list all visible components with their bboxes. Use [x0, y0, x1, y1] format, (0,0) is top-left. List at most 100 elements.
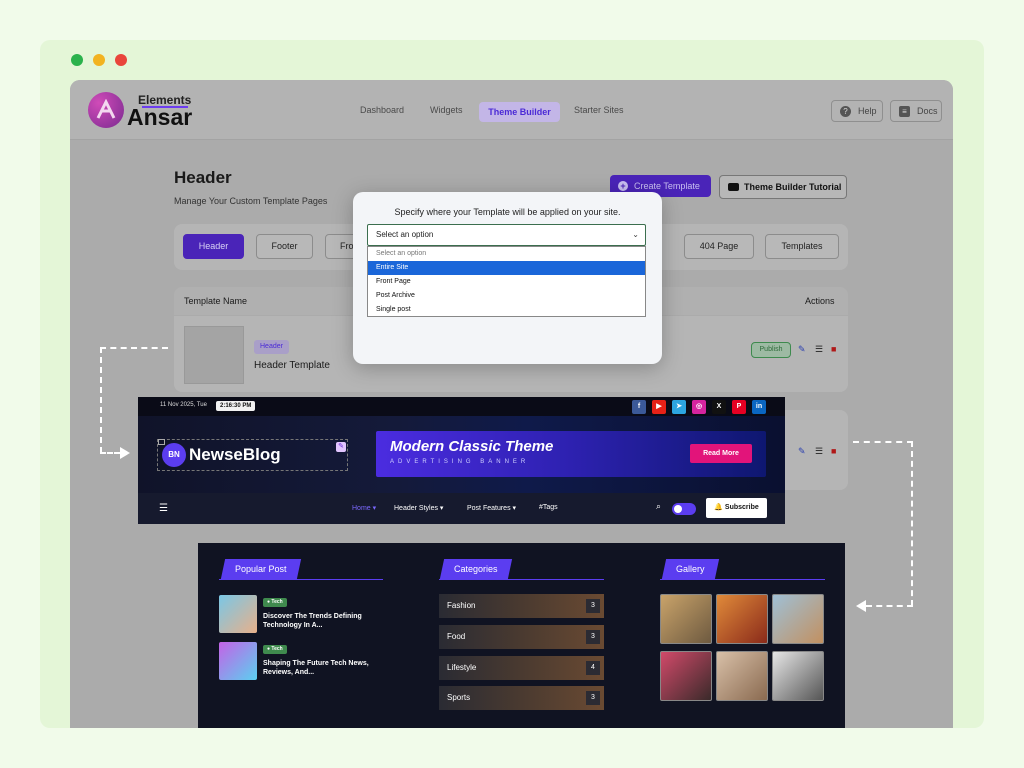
tab-footer[interactable]: Footer [256, 234, 313, 259]
window-minimize-dot[interactable] [93, 54, 105, 66]
arrow-left-icon [856, 600, 866, 612]
category-item[interactable]: Lifestyle 4 [439, 656, 604, 680]
banner-title: Modern Classic Theme [390, 438, 554, 455]
tutorial-label: Theme Builder Tutorial [744, 182, 842, 192]
category-item[interactable]: Sports 3 [439, 686, 604, 710]
subscribe-button[interactable]: 🔔 Subscribe [706, 498, 767, 518]
dark-mode-toggle[interactable] [672, 503, 696, 515]
window-close-dot[interactable] [71, 54, 83, 66]
gallery-image[interactable] [716, 651, 768, 701]
category-name: Lifestyle [447, 663, 477, 672]
option-single-post[interactable]: Single post [368, 303, 645, 317]
gallery-image[interactable] [716, 594, 768, 644]
newseblog-name[interactable]: NewseBlog [189, 445, 281, 465]
tutorial-button[interactable]: Theme Builder Tutorial [719, 175, 847, 199]
youtube-icon[interactable]: ▶ [652, 400, 666, 414]
nav-starter-sites[interactable]: Starter Sites [574, 105, 624, 115]
chevron-down-icon: ⌄ [632, 230, 639, 239]
resize-handle-icon[interactable] [158, 439, 165, 445]
categories-heading: Categories [439, 559, 512, 579]
tab-templates[interactable]: Templates [765, 234, 839, 259]
top-bar: Elements Ansar Dashboard Widgets Theme B… [70, 80, 953, 140]
delete-icon[interactable]: ■ [831, 344, 836, 354]
create-template-label: Create Template [634, 181, 700, 191]
option-placeholder[interactable]: Select an option [368, 247, 645, 261]
nav-dashboard[interactable]: Dashboard [360, 105, 404, 115]
docs-button[interactable]: ≡ Docs [890, 100, 942, 122]
edit-icon[interactable]: ✎ [798, 344, 806, 355]
linkedin-icon[interactable]: in [752, 400, 766, 414]
arrow-right-icon [120, 447, 130, 459]
publish-status-badge[interactable]: Publish [751, 342, 791, 358]
menu-post-features[interactable]: Post Features ▾ [467, 504, 516, 512]
post-tag[interactable]: ● Tech [263, 598, 287, 607]
post-thumbnail[interactable] [219, 595, 257, 633]
pinterest-icon[interactable]: P [732, 400, 746, 414]
option-front-page[interactable]: Front Page [368, 275, 645, 289]
post-thumbnail[interactable] [219, 642, 257, 680]
menu-header-styles[interactable]: Header Styles ▾ [394, 504, 443, 512]
ansar-logo-icon [88, 92, 124, 128]
category-item[interactable]: Food 3 [439, 625, 604, 649]
category-name: Sports [447, 693, 471, 702]
instagram-icon[interactable]: ◎ [692, 400, 706, 414]
heading-underline [439, 579, 604, 580]
pencil-icon[interactable]: ✎ [336, 442, 346, 452]
dashed-connector [853, 441, 913, 443]
category-name: Fashion [447, 601, 476, 610]
post-title[interactable]: Discover The Trends Defining Technology … [263, 612, 373, 630]
window-maximize-dot[interactable] [115, 54, 127, 66]
option-entire-site[interactable]: Entire Site [368, 261, 645, 275]
page-title: Header [174, 168, 232, 187]
search-icon[interactable]: ⌕ [656, 501, 661, 512]
category-count: 4 [586, 661, 600, 675]
menu-home[interactable]: Home ▾ [352, 504, 376, 512]
template-type-badge: Header [254, 340, 289, 354]
telegram-icon[interactable]: ➤ [672, 400, 686, 414]
gallery-image[interactable] [772, 651, 824, 701]
gallery-image[interactable] [772, 594, 824, 644]
tab-404-page[interactable]: 404 Page [684, 234, 754, 259]
location-select[interactable]: Select an option ⌄ [367, 224, 646, 246]
dashed-connector [100, 452, 120, 454]
footer-preview: Popular Post Categories Gallery ● Tech D… [198, 543, 845, 728]
dashed-connector [911, 441, 913, 606]
tab-header[interactable]: Header [183, 234, 244, 259]
post-title[interactable]: Shaping The Future Tech News, Reviews, A… [263, 659, 373, 677]
hamburger-menu-icon[interactable]: ☰ [159, 503, 168, 514]
logo-ansar-text: Ansar [127, 104, 193, 130]
post-tag[interactable]: ● Tech [263, 645, 287, 654]
nav-theme-builder[interactable]: Theme Builder [479, 102, 560, 122]
list-icon[interactable]: ☰ [815, 344, 823, 355]
header-time: 2:16:30 PM [216, 401, 256, 411]
x-icon[interactable]: X [712, 400, 726, 414]
read-more-button[interactable]: Read More [690, 444, 752, 463]
page-subtitle: Manage Your Custom Template Pages [174, 196, 328, 206]
col-actions: Actions [805, 296, 835, 306]
header-date: 11 Nov 2025, Tue [160, 402, 207, 408]
menu-tags[interactable]: #Tags [539, 504, 558, 511]
plus-icon: + [618, 181, 628, 191]
col-template-name: Template Name [184, 296, 248, 306]
category-count: 3 [586, 691, 600, 705]
edit-icon[interactable]: ✎ [798, 446, 806, 457]
header-navbar: ☰ Home ▾ Header Styles ▾ Post Features ▾… [138, 493, 785, 524]
option-post-archive[interactable]: Post Archive [368, 289, 645, 303]
delete-icon[interactable]: ■ [831, 446, 836, 456]
nav-widgets[interactable]: Widgets [430, 105, 463, 115]
docs-label: Docs [917, 106, 938, 116]
help-label: Help [858, 106, 877, 116]
template-name[interactable]: Header Template [254, 360, 330, 371]
gallery-image[interactable] [660, 651, 712, 701]
facebook-icon[interactable]: f [632, 400, 646, 414]
select-value: Select an option [376, 230, 434, 239]
list-icon[interactable]: ☰ [815, 446, 823, 457]
gallery-image[interactable] [660, 594, 712, 644]
header-preview: 11 Nov 2025, Tue 2:16:30 PM f ▶ ➤ ◎ X P … [138, 397, 785, 524]
category-item[interactable]: Fashion 3 [439, 594, 604, 618]
subscribe-label: Subscribe [724, 504, 759, 511]
advertising-banner[interactable]: Modern Classic Theme ADVERTISING BANNER … [376, 431, 766, 477]
dashed-connector [866, 605, 913, 607]
modal-question: Specify where your Template will be appl… [394, 207, 621, 217]
help-button[interactable]: ? Help [831, 100, 883, 122]
